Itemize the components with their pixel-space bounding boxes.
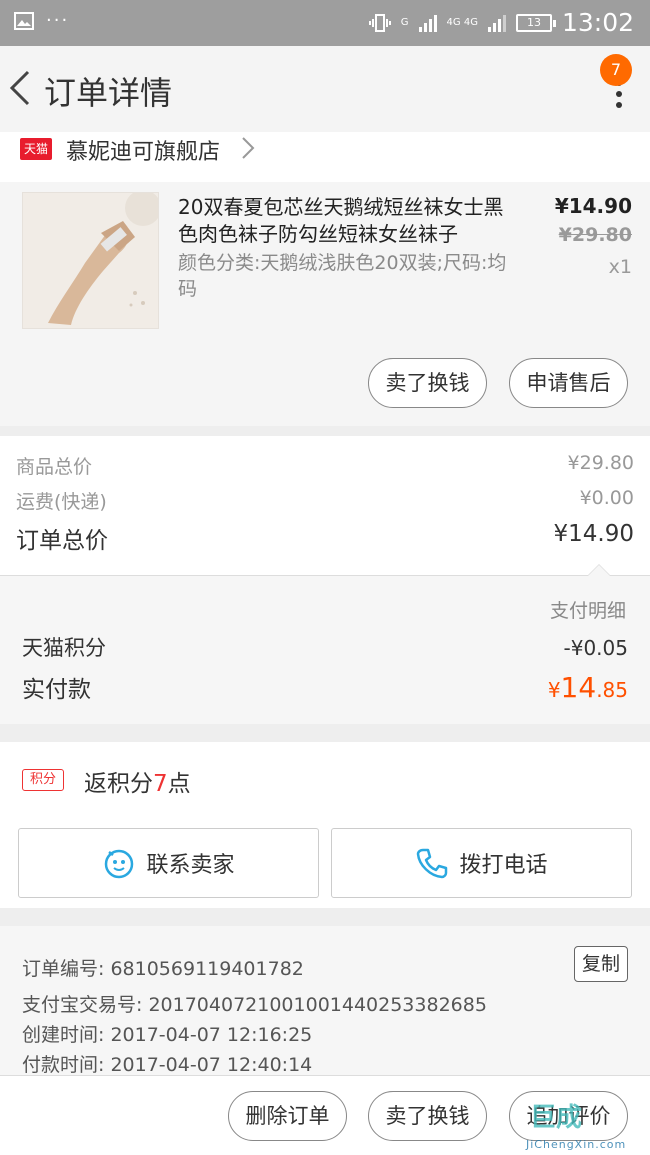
paid-time-label: 付款时间: [22, 1054, 105, 1076]
shipping-row: 运费(快递) ¥0.00 [16, 487, 634, 514]
created-time-value: 2017-04-07 12:16:25 [110, 1024, 313, 1046]
product-item[interactable]: 20双春夏包芯丝天鹅绒短丝袜女士黑色肉色袜子防勾丝短袜女丝袜子 颜色分类:天鹅绒… [0, 182, 650, 426]
product-quantity: x1 [608, 256, 632, 278]
goods-total-row: 商品总价 ¥29.80 [16, 452, 634, 479]
alipay-number-label: 支付宝交易号: [22, 994, 143, 1016]
points-prefix: 返积分 [84, 771, 153, 797]
paid-time-value: 2017-04-07 12:40:14 [110, 1054, 313, 1076]
image-icon [14, 11, 34, 30]
points-return-text: 返积分7点 [84, 764, 191, 798]
payment-detail: 支付明细 天猫积分 -¥0.05 实付款 ¥14.85 [0, 564, 650, 724]
order-total-value: ¥14.90 [553, 521, 634, 547]
chat-face-icon [105, 849, 134, 879]
paid-currency: ¥ [547, 678, 561, 702]
signal-icon-1 [418, 14, 437, 32]
sell-button[interactable]: 卖了换钱 [368, 358, 487, 408]
payment-detail-label: 支付明细 [549, 600, 626, 622]
product-original-price: ¥29.80 [558, 224, 632, 246]
points-contact-section: 积分 返积分7点 联系卖家 拨打电话 [0, 742, 650, 908]
alipay-number-row: 支付宝交易号: 2017040721001001440253382685 [22, 990, 487, 1017]
order-number-value: 6810569119401782 [110, 958, 304, 980]
paid-integer: 14 [560, 671, 597, 704]
nav-header: 订单详情 7 [0, 46, 650, 132]
bottom-action-bar: 删除订单 卖了换钱 追加评价 巨成 JiChengXin.com [0, 1075, 650, 1155]
product-image [22, 192, 159, 329]
caret-up-icon [587, 564, 611, 576]
created-time-label: 创建时间: [22, 1024, 105, 1046]
status-bar: ··· G 4G 4G 13 13:02 [0, 0, 650, 46]
paid-amount-row: 实付款 ¥14.85 [22, 670, 628, 704]
network-type-2: 4G 4G [446, 16, 478, 28]
status-right: G 4G 4G 13 13:02 [368, 8, 634, 37]
shipping-value: ¥0.00 [579, 487, 634, 509]
created-time-row: 创建时间: 2017-04-07 12:16:25 [22, 1020, 312, 1047]
watermark: 巨成 JiChengXin.com [526, 1095, 644, 1151]
signal-icon-2 [487, 14, 506, 32]
goods-total-label: 商品总价 [16, 456, 93, 478]
chevron-right-icon [242, 137, 255, 159]
bottom-sell-button[interactable]: 卖了换钱 [368, 1091, 487, 1141]
delete-order-button[interactable]: 删除订单 [228, 1091, 347, 1141]
points-number: 7 [153, 771, 168, 797]
page-title: 订单详情 [44, 74, 173, 112]
notification-badge: 7 [600, 54, 632, 86]
back-button[interactable] [6, 66, 36, 110]
points-suffix: 点 [167, 771, 191, 797]
shipping-label: 运费(快递) [16, 491, 107, 513]
store-name: 慕妮迪可旗舰店 [66, 140, 221, 165]
copy-button[interactable]: 复制 [574, 946, 628, 982]
contact-seller-button[interactable]: 联系卖家 [18, 828, 319, 898]
product-title: 20双春夏包芯丝天鹅绒短丝袜女士黑色肉色袜子防勾丝短袜女丝袜子 [178, 195, 504, 246]
paid-amount-value: ¥14.85 [548, 671, 628, 704]
product-price: ¥14.90 [554, 194, 632, 218]
tmall-logo: 天猫 [20, 138, 52, 160]
network-type-1: G [400, 16, 409, 28]
order-info: 订单编号: 6810569119401782 复制 支付宝交易号: 201704… [0, 926, 650, 1077]
store-header[interactable]: 天猫 慕妮迪可旗舰店 [0, 132, 650, 182]
status-time: 13:02 [561, 8, 634, 37]
paid-amount-label: 实付款 [22, 677, 91, 703]
goods-total-value: ¥29.80 [567, 452, 634, 474]
status-left: ··· [14, 10, 69, 31]
order-total-label: 订单总价 [16, 528, 108, 554]
paid-time-row: 付款时间: 2017-04-07 12:40:14 [22, 1050, 312, 1077]
product-spec: 颜色分类:天鹅绒浅肤色20双装;尺码:均码 [178, 252, 507, 300]
order-number-row: 订单编号: 6810569119401782 [22, 954, 304, 981]
paid-decimal: .85 [596, 678, 628, 702]
vibrate-icon [368, 13, 391, 32]
phone-icon [417, 848, 448, 879]
order-totals: 商品总价 ¥29.80 运费(快递) ¥0.00 订单总价 ¥14.90 [0, 436, 650, 576]
call-phone-button[interactable]: 拨打电话 [331, 828, 632, 898]
tmall-points-row: 天猫积分 -¥0.05 [22, 632, 628, 662]
order-total-row: 订单总价 ¥14.90 [16, 521, 634, 555]
tmall-points-label: 天猫积分 [22, 636, 106, 660]
watermark-logo: 巨成 [530, 1103, 583, 1133]
call-phone-label: 拨打电话 [459, 853, 548, 878]
chevron-left-icon [9, 70, 30, 106]
points-badge: 积分 [22, 769, 64, 791]
tmall-points-value: -¥0.05 [563, 636, 628, 660]
order-number-label: 订单编号: [22, 958, 105, 980]
after-sale-button[interactable]: 申请售后 [509, 358, 628, 408]
alipay-number-value: 2017040721001001440253382685 [148, 994, 487, 1016]
battery-icon: 13 [515, 13, 556, 32]
more-notifications-icon: ··· [46, 10, 70, 31]
watermark-url: JiChengXin.com [526, 1138, 627, 1151]
contact-seller-label: 联系卖家 [146, 853, 235, 878]
